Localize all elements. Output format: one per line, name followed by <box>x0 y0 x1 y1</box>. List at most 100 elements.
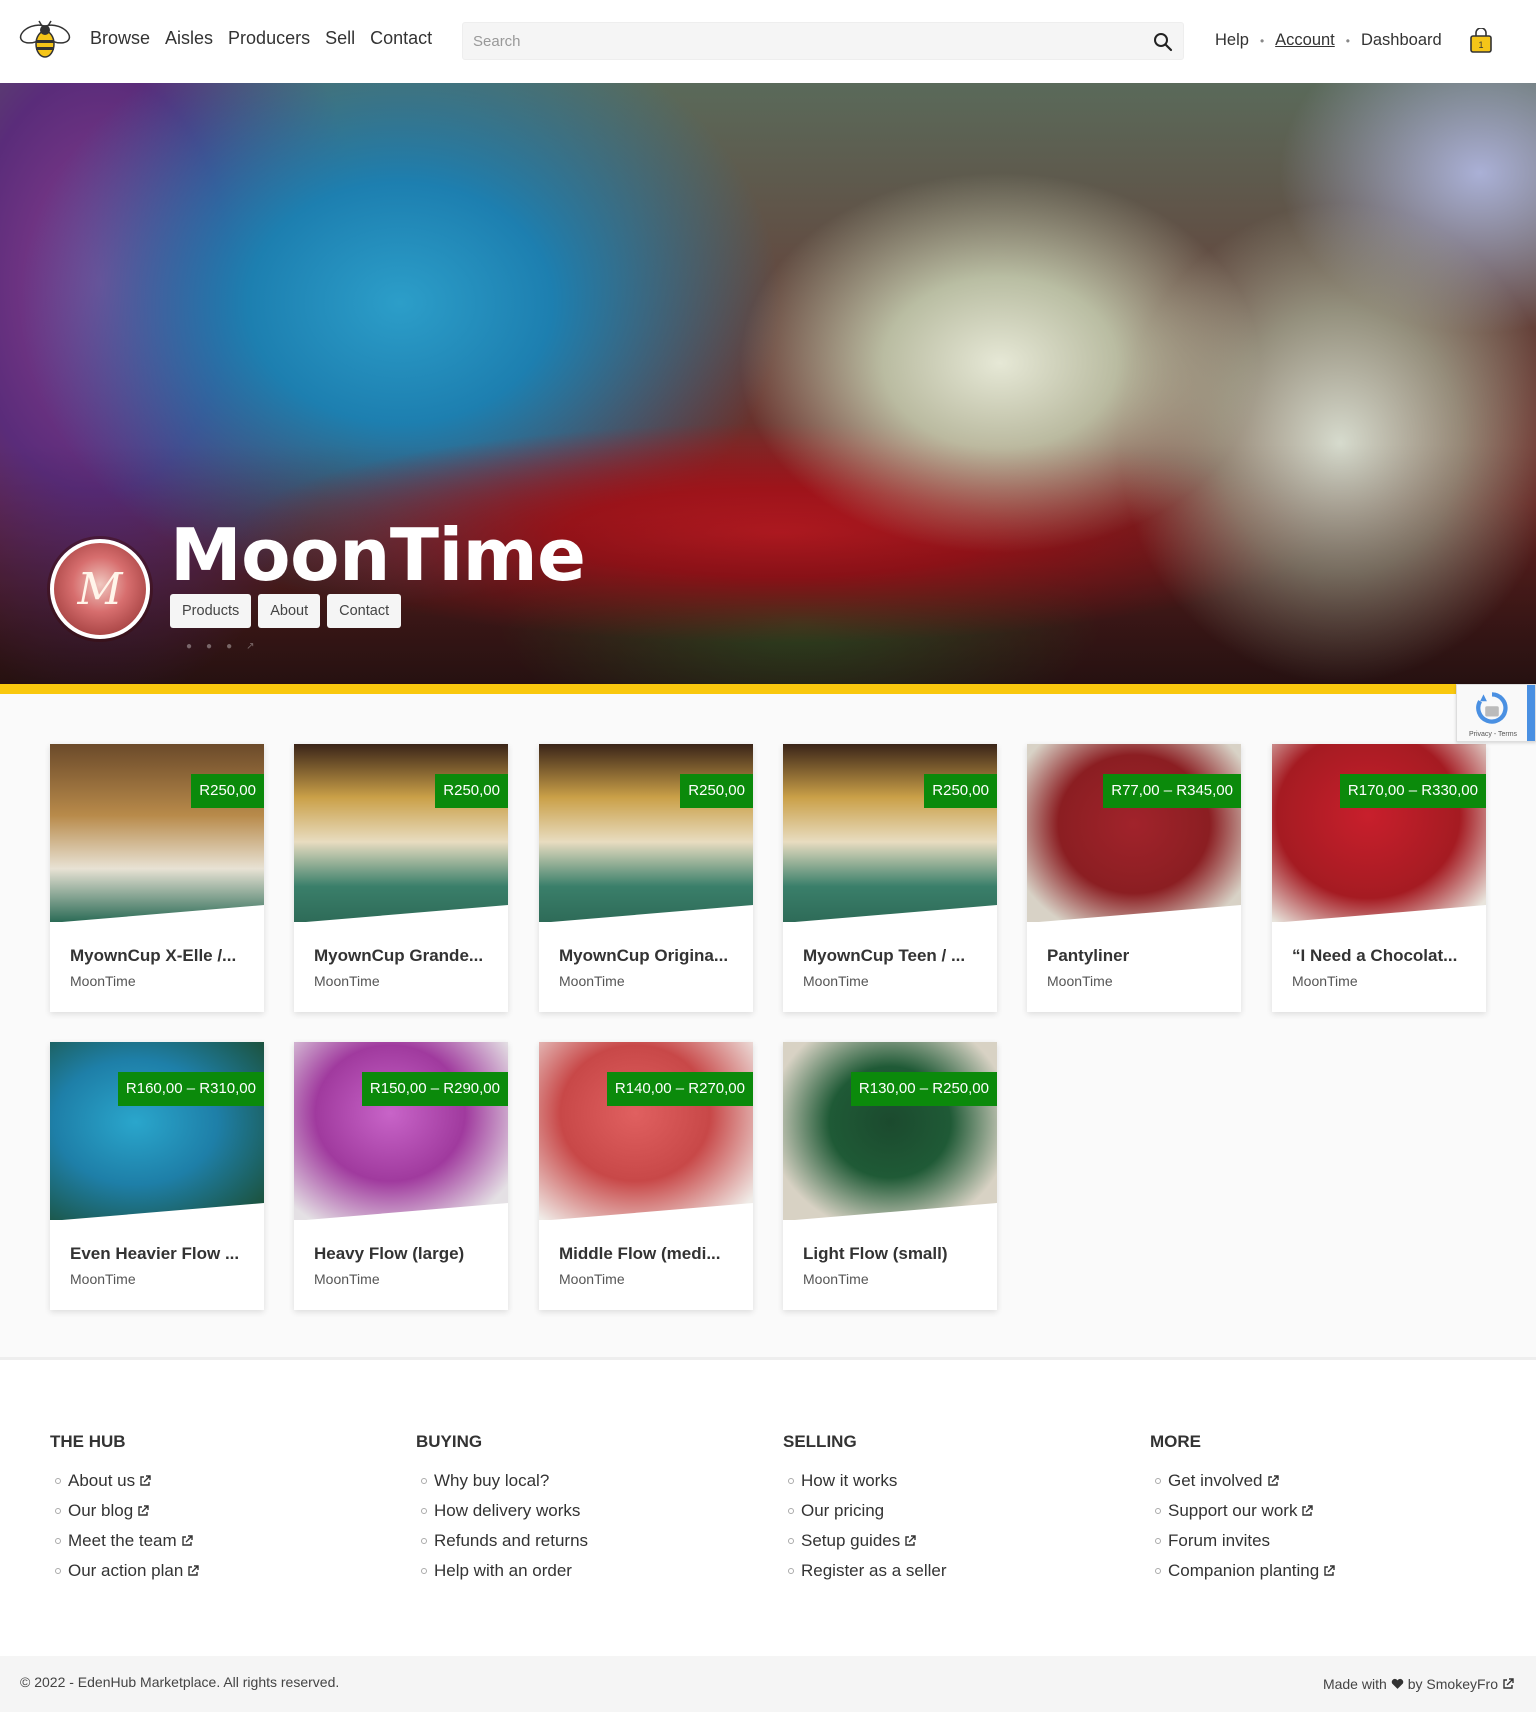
main-nav: Browse Aisles Producers Sell Contact <box>90 28 432 49</box>
tab-contact[interactable]: Contact <box>327 594 402 628</box>
footer-link-refunds[interactable]: Refunds and returns <box>416 1526 756 1556</box>
product-card[interactable]: R150,00 – R290,00 Heavy Flow (large) Moo… <box>294 1042 508 1310</box>
product-name[interactable]: Even Heavier Flow ... <box>70 1244 250 1264</box>
nav-browse[interactable]: Browse <box>90 28 150 49</box>
price-badge: R140,00 – R270,00 <box>606 1072 753 1106</box>
bee-logo-icon[interactable] <box>18 20 72 62</box>
footer-link-register-seller[interactable]: Register as a seller <box>783 1556 1123 1586</box>
footer-link-why-buy-local[interactable]: Why buy local? <box>416 1466 756 1496</box>
recaptcha-badge[interactable]: Privacy - Terms <box>1456 684 1536 742</box>
footer-link-delivery[interactable]: How delivery works <box>416 1496 756 1526</box>
product-card[interactable]: R170,00 – R330,00 “I Need a Chocolat... … <box>1272 744 1486 1012</box>
made-with-credit[interactable]: Made with by SmokeyFro <box>1323 1676 1514 1692</box>
account-link[interactable]: Account <box>1275 31 1335 50</box>
footer-link-our-blog[interactable]: Our blog <box>50 1496 390 1526</box>
basket-icon[interactable]: 1 <box>1468 28 1494 54</box>
product-name[interactable]: “I Need a Chocolat... <box>1292 946 1472 966</box>
footer-link-label: Support our work <box>1168 1501 1298 1520</box>
footer-link-order-help[interactable]: Help with an order <box>416 1556 756 1586</box>
product-name[interactable]: Light Flow (small) <box>803 1244 983 1264</box>
bullet-icon <box>788 1538 794 1544</box>
help-link[interactable]: Help <box>1215 31 1249 50</box>
price-badge: R250,00 <box>924 774 997 808</box>
footer-link-meet-the-team[interactable]: Meet the team <box>50 1526 390 1556</box>
bullet-icon <box>1155 1538 1161 1544</box>
product-name[interactable]: Heavy Flow (large) <box>314 1244 494 1264</box>
footer-heading: BUYING <box>416 1432 483 1451</box>
footer-link-label: Forum invites <box>1168 1531 1271 1550</box>
product-card[interactable]: R250,00 MyownCup X-Elle /... MoonTime <box>50 744 264 1012</box>
store-title: MoonTime <box>170 513 586 597</box>
tab-about[interactable]: About <box>258 594 321 628</box>
footer-link-forum-invites[interactable]: Forum invites <box>1150 1526 1490 1556</box>
product-image <box>50 1042 264 1220</box>
store-tabs: Products About Contact <box>170 594 402 628</box>
product-image <box>294 1042 508 1220</box>
footer-link-pricing[interactable]: Our pricing <box>783 1496 1123 1526</box>
product-image <box>539 744 753 922</box>
product-card[interactable]: R160,00 – R310,00 Even Heavier Flow ... … <box>50 1042 264 1310</box>
footer-link-setup-guides[interactable]: Setup guides <box>783 1526 1123 1556</box>
product-name[interactable]: MyownCup Origina... <box>559 946 739 966</box>
bullet-icon <box>788 1508 794 1514</box>
product-grid: R250,00 MyownCup X-Elle /... MoonTime R2… <box>0 694 1536 1359</box>
product-seller: MoonTime <box>314 1271 380 1287</box>
social-dot-icon[interactable]: ● <box>206 641 212 652</box>
external-link-icon <box>140 1475 151 1486</box>
price-badge: R250,00 <box>191 774 264 808</box>
nav-sell[interactable]: Sell <box>325 28 355 49</box>
search-icon[interactable] <box>1153 32 1173 52</box>
social-icons: ● ● ● ↗ <box>186 641 255 652</box>
product-name[interactable]: Middle Flow (medi... <box>559 1244 739 1264</box>
footer-link-get-involved[interactable]: Get involved <box>1150 1466 1490 1496</box>
tab-products[interactable]: Products <box>170 594 252 628</box>
product-image <box>783 744 997 922</box>
footer-link-about-us[interactable]: About us <box>50 1466 390 1496</box>
external-link-icon[interactable]: ↗ <box>246 641 254 652</box>
bullet-icon <box>421 1568 427 1574</box>
footer-link-label: Register as a seller <box>801 1561 947 1580</box>
separator-dot: • <box>1345 33 1350 48</box>
social-dot-icon[interactable]: ● <box>186 641 192 652</box>
product-card[interactable]: R77,00 – R345,00 Pantyliner MoonTime <box>1027 744 1241 1012</box>
site-footer: THE HUB About us Our blog Meet the team … <box>0 1360 1536 1656</box>
product-seller: MoonTime <box>803 973 869 989</box>
social-dot-icon[interactable]: ● <box>226 641 232 652</box>
product-seller: MoonTime <box>1292 973 1358 989</box>
bullet-icon <box>55 1568 61 1574</box>
nav-producers[interactable]: Producers <box>228 28 310 49</box>
footer-bottom-bar: © 2022 - EdenHub Marketplace. All rights… <box>0 1656 1536 1712</box>
product-card[interactable]: R250,00 MyownCup Origina... MoonTime <box>539 744 753 1012</box>
external-link-icon <box>138 1505 149 1516</box>
bullet-icon <box>788 1568 794 1574</box>
footer-link-how-it-works[interactable]: How it works <box>783 1466 1123 1496</box>
footer-link-action-plan[interactable]: Our action plan <box>50 1556 390 1586</box>
price-badge: R150,00 – R290,00 <box>361 1072 508 1106</box>
product-card[interactable]: R250,00 MyownCup Teen / ... MoonTime <box>783 744 997 1012</box>
product-name[interactable]: MyownCup Grande... <box>314 946 494 966</box>
external-link-icon <box>188 1565 199 1576</box>
recaptcha-terms: Privacy - Terms <box>1468 731 1518 738</box>
product-name[interactable]: MyownCup Teen / ... <box>803 946 983 966</box>
product-card[interactable]: R130,00 – R250,00 Light Flow (small) Moo… <box>783 1042 997 1310</box>
footer-heading: MORE <box>1150 1432 1201 1451</box>
nav-aisles[interactable]: Aisles <box>165 28 213 49</box>
product-name[interactable]: Pantyliner <box>1047 946 1227 966</box>
basket-count: 1 <box>1478 40 1483 50</box>
dashboard-link[interactable]: Dashboard <box>1361 31 1442 50</box>
footer-link-support-work[interactable]: Support our work <box>1150 1496 1490 1526</box>
bullet-icon <box>788 1478 794 1484</box>
separator-dot: • <box>1259 33 1265 48</box>
nav-contact[interactable]: Contact <box>370 28 432 49</box>
bullet-icon <box>1155 1478 1161 1484</box>
search-input[interactable] <box>463 23 1183 59</box>
product-card[interactable]: R250,00 MyownCup Grande... MoonTime <box>294 744 508 1012</box>
product-card[interactable]: R140,00 – R270,00 Middle Flow (medi... M… <box>539 1042 753 1310</box>
product-name[interactable]: MyownCup X-Elle /... <box>70 946 250 966</box>
footer-link-companion-planting[interactable]: Companion planting <box>1150 1556 1490 1586</box>
price-badge: R250,00 <box>680 774 753 808</box>
product-seller: MoonTime <box>70 1271 136 1287</box>
copyright-text: © 2022 - EdenHub Marketplace. All rights… <box>20 1674 340 1690</box>
bullet-icon <box>55 1508 61 1514</box>
product-seller: MoonTime <box>314 973 380 989</box>
